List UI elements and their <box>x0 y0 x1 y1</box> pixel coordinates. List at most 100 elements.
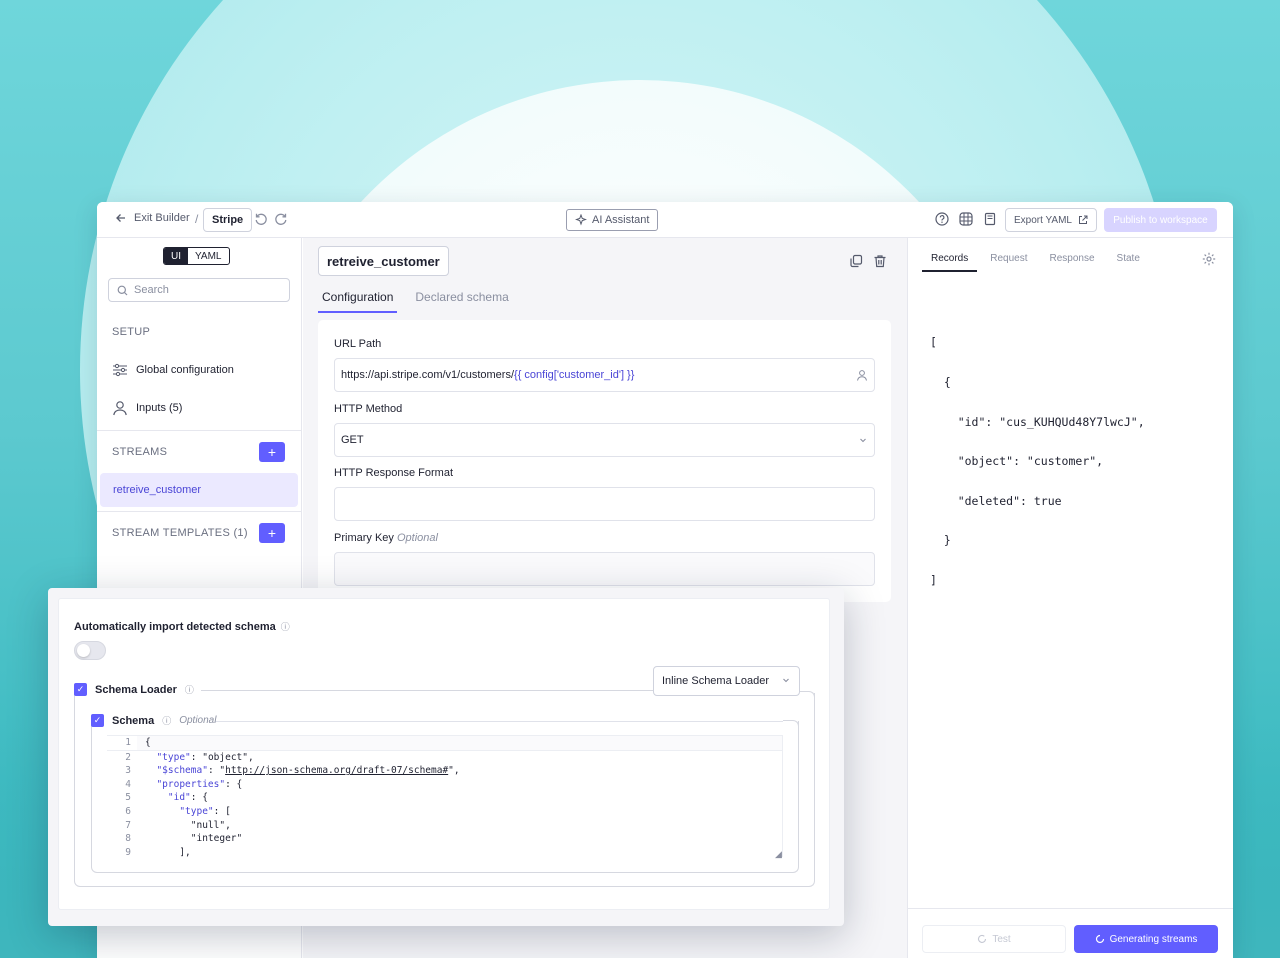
test-button[interactable]: Test <box>922 925 1066 953</box>
schema-header: ✓ Schema ⓘ Optional <box>91 714 216 727</box>
tab-request[interactable]: Request <box>981 248 1036 272</box>
schema-label: Schema <box>112 714 155 727</box>
records-json: [ { "id": "cus_KUHQUd48Y7lwcJ", "object"… <box>930 310 1145 614</box>
http-method-value: GET <box>341 434 364 446</box>
arrow-left-icon <box>116 214 125 222</box>
trash-icon[interactable] <box>873 254 887 268</box>
code-line: 6 "type": [ <box>107 805 782 819</box>
sidebar-item-global-config[interactable]: Global configuration <box>112 362 234 378</box>
user-input-icon[interactable] <box>856 369 868 381</box>
sidebar-item-inputs[interactable]: Inputs (5) <box>112 400 182 416</box>
schema-editor-box-corner <box>783 720 799 730</box>
exit-builder-link[interactable]: Exit Builder <box>115 212 190 224</box>
stream-tabs: Configuration Declared schema <box>318 286 513 313</box>
auto-import-toggle[interactable] <box>74 641 106 660</box>
code-text: { <box>145 737 151 748</box>
records-line: "object": "customer", <box>930 454 1104 469</box>
setup-section-label: SETUP <box>112 326 151 338</box>
records-line: "id": "cus_KUHQUd48Y7lwcJ", <box>930 414 1145 429</box>
code-text: : "object", <box>190 751 254 763</box>
exit-builder-label: Exit Builder <box>134 212 190 224</box>
breadcrumb-separator: / <box>195 212 199 226</box>
add-template-button[interactable]: + <box>259 523 285 543</box>
code-line: 5 "id": { <box>107 791 782 805</box>
book-icon[interactable] <box>983 212 997 226</box>
primary-key-input[interactable] <box>334 552 875 586</box>
add-stream-button[interactable]: + <box>259 442 285 462</box>
code-url[interactable]: http://json-schema.org/draft-07/schema# <box>225 764 448 778</box>
tab-declared-schema[interactable]: Declared schema <box>411 286 512 313</box>
response-format-label: HTTP Response Format <box>334 467 454 479</box>
help-icon[interactable] <box>935 212 949 226</box>
gear-icon[interactable] <box>1202 252 1216 266</box>
tab-state[interactable]: State <box>1108 248 1149 272</box>
url-path-input[interactable]: https://api.stripe.com/v1/customers/ {{ … <box>334 358 875 392</box>
sidebar-divider <box>97 430 302 431</box>
code-text: : " <box>207 765 226 777</box>
mode-yaml-button[interactable]: YAML <box>188 248 229 264</box>
optional-tag: Optional <box>179 715 217 726</box>
http-method-select[interactable]: GET <box>334 423 875 457</box>
search-input[interactable]: Search <box>108 278 290 302</box>
generate-streams-button[interactable]: Generating streams <box>1074 925 1218 953</box>
result-tabs: Records Request Response State <box>922 248 1149 272</box>
schema-rule <box>215 721 783 722</box>
undo-icon[interactable] <box>254 212 268 226</box>
line-number: 8 <box>125 833 131 845</box>
top-bar: Exit Builder / Stripe AI Assistant Expor… <box>97 202 1233 238</box>
resize-handle-icon[interactable]: ◢ <box>775 849 782 860</box>
schema-code-editor[interactable]: 1{ 2 "type": "object", 3 "$schema": " htt… <box>107 735 783 857</box>
code-key: "$schema" <box>156 765 208 777</box>
line-number: 3 <box>125 765 131 777</box>
stream-name-field[interactable]: retreive_customer <box>318 246 449 276</box>
export-yaml-button[interactable]: Export YAML <box>1005 208 1097 232</box>
sidebar-item-stream[interactable]: retreive_customer <box>100 473 298 507</box>
templates-section-label: STREAM TEMPLATES (1) <box>112 527 248 539</box>
slack-icon[interactable] <box>959 212 973 226</box>
code-text: ], <box>179 846 191 857</box>
sparkle-icon <box>575 214 587 226</box>
chevron-down-icon <box>781 675 791 688</box>
copy-icon[interactable] <box>849 254 863 268</box>
code-line: 3 "$schema": " http://json-schema.org/dra… <box>107 764 782 778</box>
chevron-down-icon <box>858 435 868 445</box>
schema-checkbox[interactable]: ✓ <box>91 714 104 727</box>
tab-response[interactable]: Response <box>1041 248 1104 272</box>
records-line: [ <box>930 335 937 350</box>
code-text: "null", <box>190 819 231 831</box>
url-path-label: URL Path <box>334 338 382 350</box>
sidebar-item-label: Inputs (5) <box>136 402 183 414</box>
code-key: "id" <box>167 792 191 804</box>
schema-loader-select[interactable]: Inline Schema Loader <box>653 666 800 696</box>
generate-label: Generating streams <box>1109 933 1198 945</box>
schema-loader-box-corner <box>799 691 815 701</box>
code-text: : { <box>225 778 243 790</box>
code-line: 1{ <box>107 735 782 751</box>
info-icon[interactable]: ⓘ <box>162 714 171 727</box>
ai-assistant-label: AI Assistant <box>592 214 650 226</box>
publish-button[interactable]: Publish to workspace <box>1104 208 1217 232</box>
tab-records[interactable]: Records <box>922 248 978 272</box>
redo-icon[interactable] <box>274 212 288 226</box>
info-icon[interactable]: ⓘ <box>185 683 194 696</box>
tab-configuration[interactable]: Configuration <box>318 286 398 313</box>
external-link-icon <box>1079 215 1088 224</box>
code-text: ", <box>448 765 460 777</box>
search-icon <box>117 285 128 295</box>
code-line: 2 "type": "object", <box>107 751 782 765</box>
connector-name-button[interactable]: Stripe <box>203 208 253 232</box>
response-format-input[interactable] <box>334 487 875 521</box>
info-icon[interactable]: ⓘ <box>281 620 290 633</box>
code-line: 8 "integer" <box>107 832 782 846</box>
schema-loader-label: Schema Loader <box>95 683 177 696</box>
test-panel: Records Request Response State [ { "id":… <box>907 238 1233 958</box>
url-template: {{ config['customer_id'] }} <box>514 369 635 381</box>
search-placeholder: Search <box>134 284 169 296</box>
auto-import-label: Automatically import detected schema ⓘ <box>74 620 290 633</box>
schema-loader-checkbox[interactable]: ✓ <box>74 683 87 696</box>
topbar-icon-group <box>935 212 997 226</box>
mode-ui-button[interactable]: UI <box>164 248 188 264</box>
code-text: : { <box>190 792 208 804</box>
ai-assistant-button[interactable]: AI Assistant <box>566 209 659 231</box>
primary-key-label: Primary Key Optional <box>334 532 438 544</box>
